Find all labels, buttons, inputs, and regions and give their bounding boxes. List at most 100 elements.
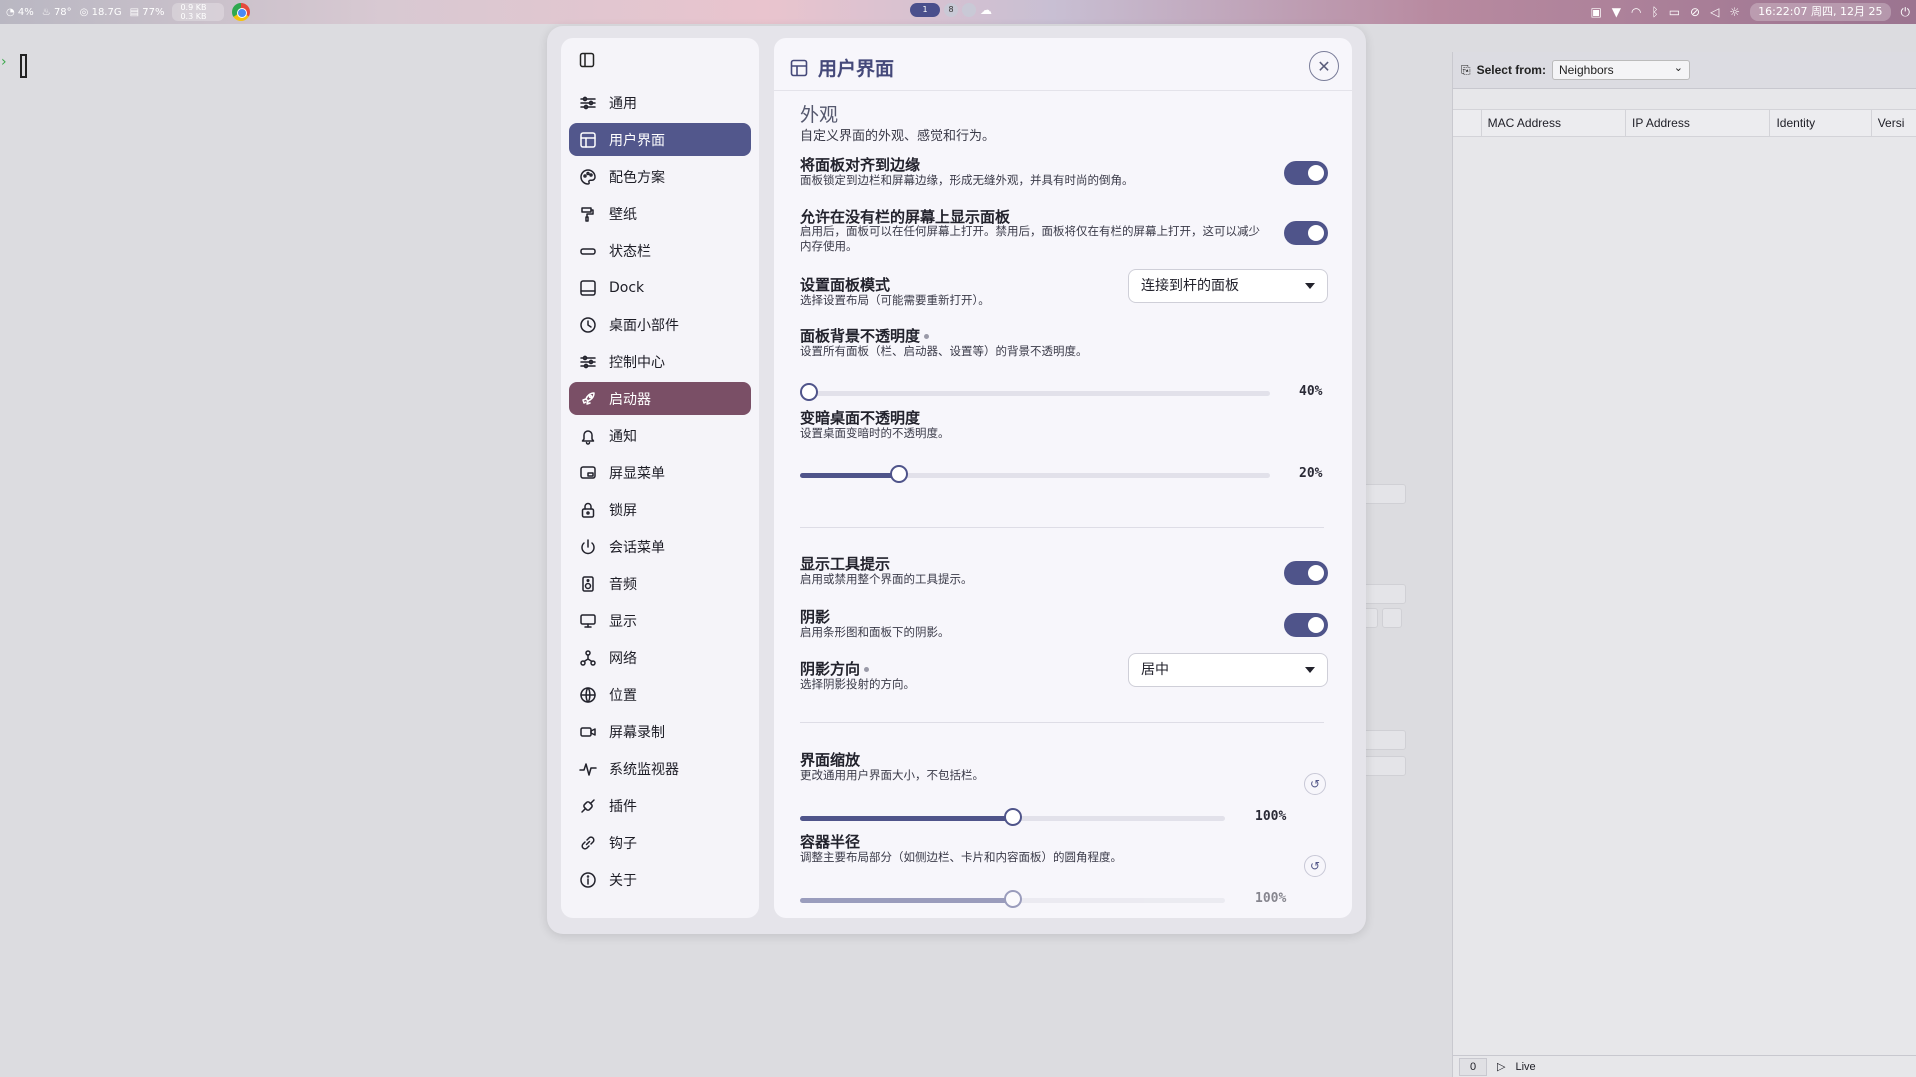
live-label[interactable]: Live	[1515, 1061, 1535, 1073]
count-badge: 0	[1459, 1057, 1487, 1076]
shadow-desc: 启用条形图和面板下的阴影。	[800, 625, 950, 639]
sidebar-item-20[interactable]: 钩子	[569, 826, 751, 859]
sidebar-item-8[interactable]: 启动器	[569, 382, 751, 415]
brush-icon	[581, 206, 594, 222]
sidebar-collapse-icon[interactable]	[579, 52, 595, 68]
sidebar-item-0[interactable]: 通用	[569, 86, 751, 119]
screen-record-icon[interactable]: ▣	[1590, 5, 1601, 19]
sidebar-item-19[interactable]: 插件	[569, 789, 751, 822]
browser-icon[interactable]	[232, 3, 251, 21]
sidebar-item-7[interactable]: 控制中心	[569, 345, 751, 378]
tooltips-title: 显示工具提示	[800, 555, 891, 573]
bluetooth-icon[interactable]: ᛒ	[1652, 5, 1659, 19]
dropdown-icon[interactable]: ▼	[1612, 5, 1621, 19]
clock[interactable]: 16:22:07 周四, 12月 25	[1750, 3, 1891, 21]
dim-title: 变暗桌面不透明度	[800, 409, 921, 427]
select-from-dropdown[interactable]: Neighbors	[1551, 59, 1690, 80]
sidebar-item-18[interactable]: 系统监视器	[569, 752, 751, 785]
section-title: 外观	[800, 104, 839, 126]
top-status-bar: ◔ 4% ♨ 78° ◎ 18.7G ▤ 77% 0.9 KB 0.3 KB 1 …	[0, 0, 1916, 24]
sidebar-item-label: 钩子	[609, 835, 637, 852]
workspace-1[interactable]: 1	[910, 3, 940, 17]
section-desc: 自定义界面的外观、感觉和行为。	[800, 129, 996, 144]
radius-reset-button[interactable]: ↺	[1304, 855, 1326, 877]
wifi-icon[interactable]: ◠	[1631, 5, 1641, 19]
bar-icon	[580, 247, 596, 255]
bg-refresh-button[interactable]	[1382, 608, 1402, 628]
slider-handle[interactable]	[1003, 890, 1022, 908]
sidebar-item-21[interactable]: 关于	[569, 863, 751, 896]
sidebar-item-label: 屏显菜单	[609, 465, 665, 482]
panel-mode-dropdown[interactable]: 连接到杆的面板	[1128, 269, 1328, 303]
scale-slider[interactable]	[800, 806, 1225, 830]
sidebar-item-1[interactable]: 用户界面	[569, 123, 751, 156]
reset-icon: ↺	[1309, 859, 1321, 873]
sidebar-item-16[interactable]: 位置	[569, 678, 751, 711]
chevron-down-icon	[1305, 667, 1315, 673]
sidebar-item-label: 音频	[609, 576, 637, 593]
radius-slider[interactable]	[800, 888, 1225, 912]
scale-value: 100%	[1255, 809, 1287, 824]
bg-opacity-value: 40%	[1299, 384, 1323, 399]
power-icon[interactable]: ⏻	[1901, 5, 1911, 20]
battery-icon[interactable]: ▭	[1669, 5, 1680, 19]
shadow-toggle[interactable]	[1284, 613, 1328, 637]
sidebar-item-label: 通用	[609, 95, 637, 112]
sidebar-item-label: 控制中心	[609, 354, 665, 371]
sidebar-item-10[interactable]: 屏显菜单	[569, 456, 751, 489]
slider-handle[interactable]	[890, 465, 909, 483]
sidebar-item-9[interactable]: 通知	[569, 419, 751, 452]
sidebar-item-3[interactable]: 壁纸	[569, 197, 751, 230]
shadow-direction-dropdown[interactable]: 居中	[1128, 653, 1328, 687]
mic-muted-icon[interactable]: ⊘	[1690, 5, 1700, 19]
slider-handle[interactable]	[800, 383, 818, 401]
col-version[interactable]: Versi	[1872, 110, 1916, 136]
sidebar-item-15[interactable]: 网络	[569, 641, 751, 674]
sidebar-item-2[interactable]: 配色方案	[569, 160, 751, 193]
mem-indicator: ▤ 77%	[129, 6, 165, 18]
settings-window: 通用用户界面配色方案壁纸状态栏 Dock 桌面小部件控制中心启动器通知屏显菜单锁屏会…	[547, 26, 1366, 934]
radius-title: 容器半径	[800, 833, 861, 851]
sidebar-item-14[interactable]: 显示	[569, 604, 751, 637]
select-all-checkbox[interactable]	[1453, 110, 1482, 136]
snap-toggle[interactable]	[1284, 161, 1328, 185]
col-mac[interactable]: MAC Address	[1482, 110, 1627, 136]
select-from-label: Select from:	[1476, 63, 1546, 77]
brightness-icon[interactable]: ☼	[1729, 5, 1740, 19]
rocket-icon	[582, 391, 595, 405]
sidebar-item-13[interactable]: 音频	[569, 567, 751, 600]
sidebar-item-5[interactable]: Dock	[569, 271, 751, 304]
sidebar-item-17[interactable]: 屏幕录制	[569, 715, 751, 748]
sidebar-item-4[interactable]: 状态栏	[569, 234, 751, 267]
workspace-2[interactable]: 8	[944, 3, 958, 17]
col-identity[interactable]: Identity	[1770, 110, 1872, 136]
temp-indicator: ♨ 78°	[41, 6, 72, 18]
workspace-switcher[interactable]: 1 8 ☁	[910, 3, 992, 17]
col-ip[interactable]: IP Address	[1626, 110, 1771, 136]
workspace-3[interactable]	[962, 3, 976, 17]
sidebar-item-label: Dock	[609, 279, 645, 296]
layout-icon	[790, 59, 808, 76]
close-button[interactable]: ✕	[1309, 51, 1339, 81]
sidebar-item-label: 网络	[609, 650, 637, 667]
sidebar-item-11[interactable]: 锁屏	[569, 493, 751, 526]
volume-icon[interactable]: ◁	[1710, 5, 1719, 19]
snap-desc: 面板锁定到边栏和屏幕边缘，形成无缝外观，并具有时尚的倒角。	[800, 173, 1134, 187]
tooltips-toggle[interactable]	[1284, 561, 1328, 585]
slider-handle[interactable]	[1003, 808, 1022, 826]
allow-toggle[interactable]	[1284, 221, 1328, 245]
settings-content-panel: 用户界面 ✕ 外观 自定义界面的外观、感觉和行为。 将面板对齐到边缘 面板锁定到…	[774, 38, 1352, 918]
speaker-icon	[582, 575, 594, 592]
play-icon[interactable]: ▷	[1497, 1060, 1505, 1073]
power-icon	[581, 538, 595, 554]
sidebar-item-12[interactable]: 会话菜单	[569, 530, 751, 563]
bg-opacity-slider[interactable]	[800, 381, 1270, 405]
dock-icon	[580, 279, 596, 296]
scale-reset-button[interactable]: ↺	[1304, 773, 1326, 795]
close-icon: ✕	[1317, 56, 1331, 76]
sidebar-item-label: 插件	[609, 798, 637, 815]
sidebar-item-6[interactable]: 桌面小部件	[569, 308, 751, 341]
dim-slider[interactable]	[800, 463, 1270, 487]
pulse-icon	[579, 762, 597, 776]
sidebar-item-label: 会话菜单	[609, 539, 665, 556]
